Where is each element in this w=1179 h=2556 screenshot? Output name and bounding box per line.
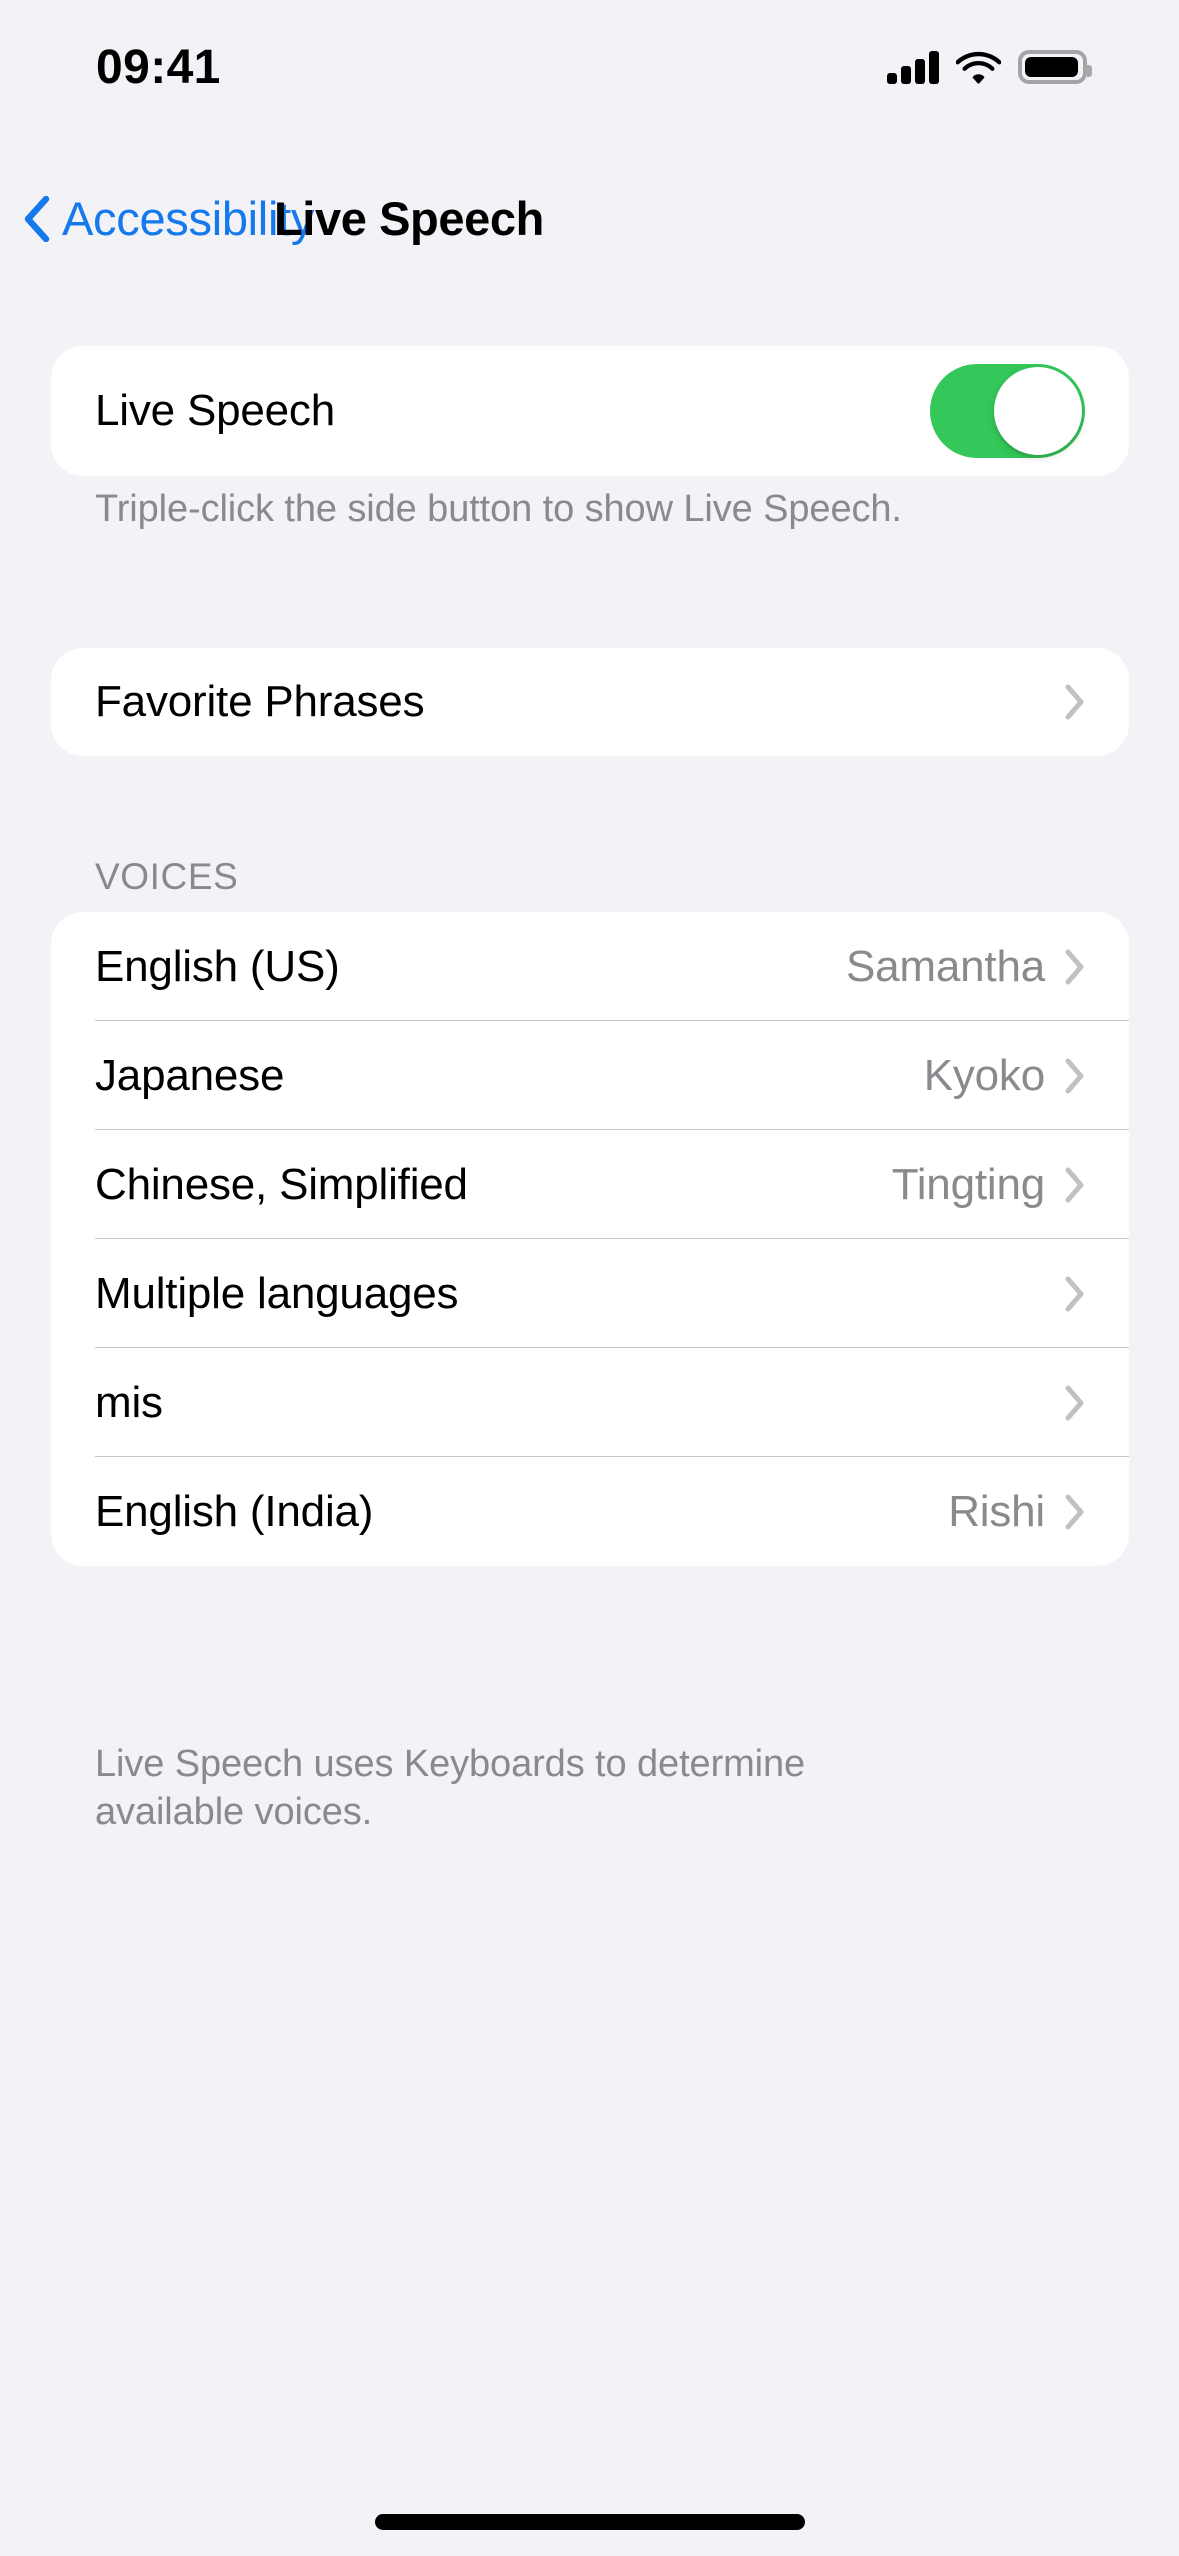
- chevron-right-icon: [1065, 1494, 1085, 1530]
- live-speech-footer-text: Triple-click the side button to show Liv…: [95, 488, 902, 530]
- chevron-left-icon: [24, 195, 50, 242]
- chevron-right-icon: [1065, 1276, 1085, 1312]
- row-accessory: [1045, 1276, 1085, 1312]
- page-title: Live Speech: [274, 192, 544, 245]
- row-label-live-speech: Live Speech: [95, 386, 335, 435]
- row-value: Rishi: [948, 1486, 1045, 1536]
- wifi-icon: [956, 50, 1001, 84]
- row-value: Samantha: [846, 941, 1045, 991]
- row-value: Tingting: [891, 1159, 1046, 1209]
- status-bar: 09:41: [0, 0, 1179, 120]
- status-bar-time: 09:41: [96, 40, 221, 94]
- voices-card: English (US) Samantha Japanese Kyoko Chi…: [51, 912, 1129, 1566]
- row-label: English (India): [95, 1486, 374, 1536]
- chevron-right-icon: [1065, 1058, 1085, 1094]
- cellular-signal-icon: [887, 50, 939, 84]
- table-row[interactable]: English (US) Samantha: [51, 912, 1129, 1021]
- status-bar-icons: [887, 36, 1092, 84]
- navigation-bar: Accessibility Live Speech: [0, 185, 1179, 285]
- row-accessory: Rishi: [948, 1487, 1085, 1537]
- row-value: Kyoko: [923, 1050, 1045, 1100]
- table-row[interactable]: Japanese Kyoko: [51, 1021, 1129, 1130]
- chevron-right-icon: [1065, 684, 1085, 720]
- back-button-accessibility[interactable]: Accessibility: [24, 191, 314, 246]
- row-label: English (US): [95, 941, 340, 991]
- section-header-voices: VOICES: [95, 856, 239, 897]
- row-accessory: Tingting: [892, 1160, 1085, 1210]
- row-accessory: [1045, 1385, 1085, 1421]
- table-row[interactable]: mis: [51, 1348, 1129, 1457]
- table-row[interactable]: English (India) Rishi: [51, 1457, 1129, 1566]
- row-accessory: [1065, 684, 1085, 720]
- row-label: Japanese: [95, 1050, 285, 1100]
- live-speech-toggle[interactable]: [930, 364, 1085, 458]
- chevron-right-icon: [1065, 1167, 1085, 1203]
- chevron-right-icon: [1065, 949, 1085, 985]
- toggle-knob: [994, 367, 1082, 455]
- row-label-favorite-phrases: Favorite Phrases: [95, 677, 425, 726]
- row-label: Multiple languages: [95, 1268, 459, 1318]
- row-accessory: Samantha: [846, 942, 1085, 992]
- live-speech-card: Live Speech: [51, 346, 1129, 476]
- chevron-right-icon: [1065, 1385, 1085, 1421]
- voices-footer-text: Live Speech uses Keyboards to determine …: [95, 1743, 806, 1833]
- home-indicator[interactable]: [374, 2514, 805, 2530]
- row-live-speech-toggle[interactable]: Live Speech: [51, 346, 1129, 476]
- row-favorite-phrases[interactable]: Favorite Phrases: [51, 648, 1129, 756]
- battery-icon: [1018, 50, 1092, 84]
- table-row[interactable]: Multiple languages: [51, 1239, 1129, 1348]
- row-accessory: Kyoko: [924, 1051, 1085, 1101]
- table-row[interactable]: Chinese, Simplified Tingting: [51, 1130, 1129, 1239]
- row-label: Chinese, Simplified: [95, 1159, 468, 1209]
- row-label: mis: [95, 1377, 163, 1427]
- favorite-phrases-card: Favorite Phrases: [51, 648, 1129, 756]
